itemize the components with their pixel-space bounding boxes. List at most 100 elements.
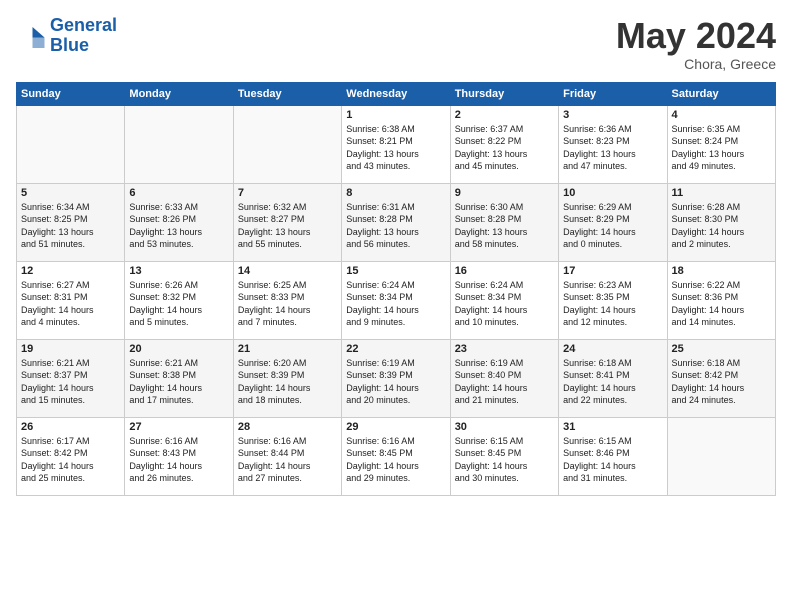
cell-w5-d4: 29 Sunrise: 6:16 AM Sunset: 8:45 PM Dayli… — [342, 417, 450, 495]
cell-w3-d7: 18Sunrise: 6:22 AM Sunset: 8:36 PM Dayli… — [667, 261, 775, 339]
logo-text: General Blue — [50, 16, 117, 56]
day-number-23: 23 — [455, 343, 554, 355]
cell-w2-d7: 11 Sunrise: 6:28 AM Sunset: 8:30 PM Dayli… — [667, 183, 775, 261]
day-info-10: Sunrise: 6:29 AM Sunset: 8:29 PM Dayligh… — [563, 201, 662, 251]
day-info-27: Sunrise: 6:16 AM Sunset: 8:43 PM Dayligh… — [129, 435, 228, 485]
day-info-6: Sunrise: 6:33 AM Sunset: 8:26 PM Dayligh… — [129, 201, 228, 251]
th-friday: Friday — [559, 82, 667, 105]
day-number-24: 24 — [563, 343, 662, 355]
day-number-11: 11 — [672, 187, 771, 199]
day-number-3: 3 — [563, 109, 662, 121]
day-number-2: 2 — [455, 109, 554, 121]
day-number-4: 4 — [672, 109, 771, 121]
cell-w3-d3: 14 Sunrise: 6:25 AM Sunset: 8:33 PM Dayli… — [233, 261, 341, 339]
day-info-5: Sunrise: 6:34 AM Sunset: 8:25 PM Dayligh… — [21, 201, 120, 251]
day-number-29: 29 — [346, 421, 445, 433]
th-monday: Monday — [125, 82, 233, 105]
cell-w1-d3 — [233, 105, 341, 183]
day-number-14: 14 — [238, 265, 337, 277]
day-info-21: Sunrise: 6:20 AM Sunset: 8:39 PM Dayligh… — [238, 357, 337, 407]
day-number-26: 26 — [21, 421, 120, 433]
day-info-13: Sunrise: 6:26 AM Sunset: 8:32 PM Dayligh… — [129, 279, 228, 329]
logo-icon — [16, 21, 46, 51]
day-info-3: Sunrise: 6:36 AM Sunset: 8:23 PM Dayligh… — [563, 123, 662, 173]
cell-w1-d2 — [125, 105, 233, 183]
calendar-header-row: Sunday Monday Tuesday Wednesday Thursday… — [17, 82, 776, 105]
day-info-24: Sunrise: 6:18 AM Sunset: 8:41 PM Dayligh… — [563, 357, 662, 407]
logo-general: General — [50, 15, 117, 35]
cell-w2-d6: 10Sunrise: 6:29 AM Sunset: 8:29 PM Dayli… — [559, 183, 667, 261]
day-info-8: Sunrise: 6:31 AM Sunset: 8:28 PM Dayligh… — [346, 201, 445, 251]
day-info-16: Sunrise: 6:24 AM Sunset: 8:34 PM Dayligh… — [455, 279, 554, 329]
day-info-18: Sunrise: 6:22 AM Sunset: 8:36 PM Dayligh… — [672, 279, 771, 329]
day-info-20: Sunrise: 6:21 AM Sunset: 8:38 PM Dayligh… — [129, 357, 228, 407]
cell-w5-d6: 31Sunrise: 6:15 AM Sunset: 8:46 PM Dayli… — [559, 417, 667, 495]
day-info-12: Sunrise: 6:27 AM Sunset: 8:31 PM Dayligh… — [21, 279, 120, 329]
cell-w5-d5: 30 Sunrise: 6:15 AM Sunset: 8:45 PM Dayli… — [450, 417, 558, 495]
day-number-22: 22 — [346, 343, 445, 355]
day-number-12: 12 — [21, 265, 120, 277]
day-number-6: 6 — [129, 187, 228, 199]
title-block: May 2024 Chora, Greece — [616, 16, 776, 72]
day-info-14: Sunrise: 6:25 AM Sunset: 8:33 PM Dayligh… — [238, 279, 337, 329]
day-info-23: Sunrise: 6:19 AM Sunset: 8:40 PM Dayligh… — [455, 357, 554, 407]
calendar-table: Sunday Monday Tuesday Wednesday Thursday… — [16, 82, 776, 496]
day-info-19: Sunrise: 6:21 AM Sunset: 8:37 PM Dayligh… — [21, 357, 120, 407]
day-number-25: 25 — [672, 343, 771, 355]
cell-w3-d6: 17 Sunrise: 6:23 AM Sunset: 8:35 PM Dayli… — [559, 261, 667, 339]
day-number-16: 16 — [455, 265, 554, 277]
cell-w5-d3: 28Sunrise: 6:16 AM Sunset: 8:44 PM Dayli… — [233, 417, 341, 495]
day-number-9: 9 — [455, 187, 554, 199]
day-number-19: 19 — [21, 343, 120, 355]
day-number-30: 30 — [455, 421, 554, 433]
cell-w5-d7 — [667, 417, 775, 495]
day-number-13: 13 — [129, 265, 228, 277]
day-info-29: Sunrise: 6:16 AM Sunset: 8:45 PM Dayligh… — [346, 435, 445, 485]
day-number-8: 8 — [346, 187, 445, 199]
day-info-4: Sunrise: 6:35 AM Sunset: 8:24 PM Dayligh… — [672, 123, 771, 173]
cell-w1-d7: 4 Sunrise: 6:35 AM Sunset: 8:24 PM Daylig… — [667, 105, 775, 183]
week-row-3: 12 Sunrise: 6:27 AM Sunset: 8:31 PM Dayli… — [17, 261, 776, 339]
cell-w4-d7: 25 Sunrise: 6:18 AM Sunset: 8:42 PM Dayli… — [667, 339, 775, 417]
cell-w1-d5: 2 Sunrise: 6:37 AM Sunset: 8:22 PM Daylig… — [450, 105, 558, 183]
cell-w2-d3: 7 Sunrise: 6:32 AM Sunset: 8:27 PM Daylig… — [233, 183, 341, 261]
cell-w2-d2: 6 Sunrise: 6:33 AM Sunset: 8:26 PM Daylig… — [125, 183, 233, 261]
day-info-15: Sunrise: 6:24 AM Sunset: 8:34 PM Dayligh… — [346, 279, 445, 329]
week-row-2: 5Sunrise: 6:34 AM Sunset: 8:25 PM Daylig… — [17, 183, 776, 261]
day-number-7: 7 — [238, 187, 337, 199]
cell-w1-d4: 1Sunrise: 6:38 AM Sunset: 8:21 PM Daylig… — [342, 105, 450, 183]
cell-w4-d5: 23 Sunrise: 6:19 AM Sunset: 8:40 PM Dayli… — [450, 339, 558, 417]
day-info-26: Sunrise: 6:17 AM Sunset: 8:42 PM Dayligh… — [21, 435, 120, 485]
cell-w5-d1: 26 Sunrise: 6:17 AM Sunset: 8:42 PM Dayli… — [17, 417, 125, 495]
cell-w2-d5: 9 Sunrise: 6:30 AM Sunset: 8:28 PM Daylig… — [450, 183, 558, 261]
cell-w2-d4: 8 Sunrise: 6:31 AM Sunset: 8:28 PM Daylig… — [342, 183, 450, 261]
day-info-22: Sunrise: 6:19 AM Sunset: 8:39 PM Dayligh… — [346, 357, 445, 407]
th-saturday: Saturday — [667, 82, 775, 105]
day-number-17: 17 — [563, 265, 662, 277]
logo: General Blue — [16, 16, 117, 56]
page: General Blue May 2024 Chora, Greece Sund… — [0, 0, 792, 506]
day-info-25: Sunrise: 6:18 AM Sunset: 8:42 PM Dayligh… — [672, 357, 771, 407]
th-wednesday: Wednesday — [342, 82, 450, 105]
th-tuesday: Tuesday — [233, 82, 341, 105]
cell-w1-d6: 3 Sunrise: 6:36 AM Sunset: 8:23 PM Daylig… — [559, 105, 667, 183]
day-info-9: Sunrise: 6:30 AM Sunset: 8:28 PM Dayligh… — [455, 201, 554, 251]
th-thursday: Thursday — [450, 82, 558, 105]
day-info-30: Sunrise: 6:15 AM Sunset: 8:45 PM Dayligh… — [455, 435, 554, 485]
cell-w4-d3: 21Sunrise: 6:20 AM Sunset: 8:39 PM Dayli… — [233, 339, 341, 417]
th-sunday: Sunday — [17, 82, 125, 105]
day-number-15: 15 — [346, 265, 445, 277]
month-title: May 2024 — [616, 16, 776, 56]
day-info-2: Sunrise: 6:37 AM Sunset: 8:22 PM Dayligh… — [455, 123, 554, 173]
week-row-4: 19 Sunrise: 6:21 AM Sunset: 8:37 PM Dayli… — [17, 339, 776, 417]
cell-w4-d2: 20 Sunrise: 6:21 AM Sunset: 8:38 PM Dayli… — [125, 339, 233, 417]
day-number-27: 27 — [129, 421, 228, 433]
logo-blue: Blue — [50, 35, 89, 55]
day-info-11: Sunrise: 6:28 AM Sunset: 8:30 PM Dayligh… — [672, 201, 771, 251]
day-info-7: Sunrise: 6:32 AM Sunset: 8:27 PM Dayligh… — [238, 201, 337, 251]
cell-w2-d1: 5Sunrise: 6:34 AM Sunset: 8:25 PM Daylig… — [17, 183, 125, 261]
cell-w3-d4: 15 Sunrise: 6:24 AM Sunset: 8:34 PM Dayli… — [342, 261, 450, 339]
day-number-20: 20 — [129, 343, 228, 355]
day-info-17: Sunrise: 6:23 AM Sunset: 8:35 PM Dayligh… — [563, 279, 662, 329]
day-info-1: Sunrise: 6:38 AM Sunset: 8:21 PM Dayligh… — [346, 123, 445, 173]
